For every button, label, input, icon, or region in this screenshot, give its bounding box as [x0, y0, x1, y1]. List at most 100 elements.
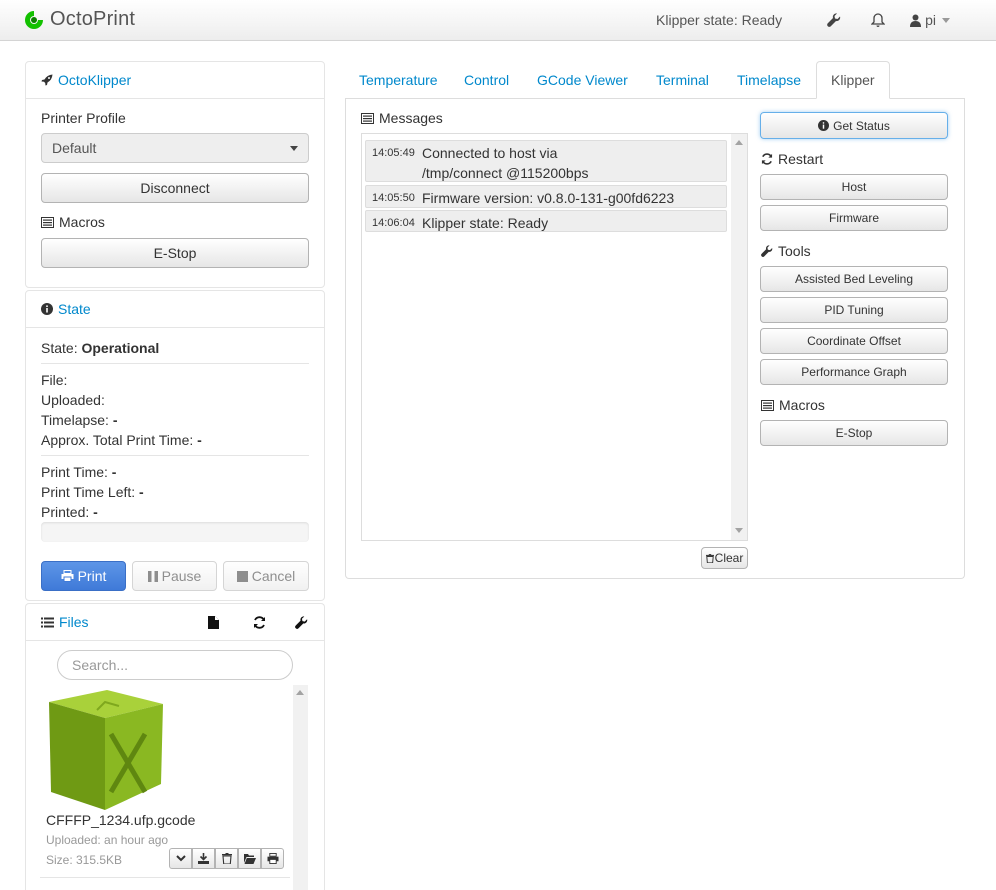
wrench-icon[interactable] — [295, 616, 308, 629]
list-icon — [41, 216, 54, 228]
print-button[interactable]: Print — [41, 561, 126, 591]
state-timelapse: Timelapse: - — [41, 410, 118, 430]
restart-host-button[interactable]: Host — [760, 174, 948, 200]
disconnect-button[interactable]: Disconnect — [41, 173, 309, 203]
state-title: State — [58, 301, 91, 317]
file-size: Size: 315.5KB — [46, 853, 123, 867]
printer-profile-label: Printer Profile — [41, 110, 126, 126]
chevron-down-icon — [290, 145, 298, 151]
restart-heading: Restart — [761, 151, 823, 167]
tab-terminal[interactable]: Terminal — [642, 61, 723, 99]
print-time-left-label: Print Time Left: — [41, 484, 136, 500]
macros-title: Macros — [59, 214, 105, 230]
pause-icon — [147, 570, 158, 582]
state-printed: Printed: - — [41, 502, 98, 522]
approx-time-label: Approx. Total Print Time: — [41, 432, 194, 448]
tab-klipper[interactable]: Klipper — [816, 61, 890, 99]
file-delete-button[interactable] — [215, 848, 238, 869]
pause-button[interactable]: Pause — [132, 561, 217, 591]
file-thumbnail[interactable] — [45, 688, 165, 812]
user-menu[interactable]: pi — [910, 12, 950, 28]
octoklipper-header[interactable]: OctoKlipper — [26, 62, 324, 99]
timelapse-value: - — [112, 412, 118, 428]
message-text: Firmware version: v0.8.0-131-g00fd6223 — [422, 190, 675, 206]
message-text: Klipper state: Ready — [422, 215, 549, 231]
tab-control[interactable]: Control — [450, 61, 523, 99]
performance-graph-button[interactable]: Performance Graph — [760, 359, 948, 385]
get-status-button[interactable]: Get Status — [760, 112, 948, 139]
wrench-icon[interactable] — [812, 0, 856, 40]
state-header[interactable]: State — [26, 291, 324, 328]
state-status-value: Operational — [81, 340, 160, 356]
klipper-state-indicator[interactable]: Klipper state: Ready — [656, 12, 782, 28]
file-icon[interactable] — [208, 616, 219, 629]
chevron-down-icon — [175, 855, 186, 862]
info-circle-icon — [41, 303, 53, 315]
main-tabs: Temperature Control GCode Viewer Termina… — [345, 61, 965, 99]
octoklipper-panel: OctoKlipper Printer Profile Default Disc… — [25, 61, 325, 288]
state-status: State: Operational — [41, 338, 159, 358]
divider — [40, 877, 290, 878]
printer-profile-select[interactable]: Default — [41, 133, 309, 163]
list-item: 14:05:50 Firmware version: v0.8.0-131-g0… — [365, 185, 727, 208]
brand[interactable]: OctoPrint — [24, 8, 135, 31]
file-download-button[interactable] — [192, 848, 215, 869]
macros-title: Macros — [779, 397, 825, 413]
files-scrollbar[interactable] — [293, 685, 308, 890]
file-expand-button[interactable] — [169, 848, 192, 869]
list-icon — [361, 112, 374, 124]
file-load-button[interactable] — [238, 848, 261, 869]
coordinate-offset-button[interactable]: Coordinate Offset — [760, 328, 948, 354]
messages-heading: Messages — [361, 110, 443, 126]
list-icon — [761, 399, 774, 411]
assisted-bed-leveling-button[interactable]: Assisted Bed Leveling — [760, 266, 948, 292]
file-print-button[interactable] — [261, 848, 284, 869]
estop-button[interactable]: E-Stop — [760, 420, 948, 446]
get-status-label: Get Status — [833, 118, 890, 133]
wrench-icon — [761, 245, 773, 257]
restart-firmware-button[interactable]: Firmware — [760, 205, 948, 231]
macros-heading: Macros — [41, 214, 105, 230]
print-icon — [267, 853, 279, 864]
file-name[interactable]: CFFFP_1234.ufp.gcode — [46, 812, 195, 828]
state-uploaded: Uploaded: — [41, 392, 105, 408]
timelapse-label: Timelapse: — [41, 412, 109, 428]
files-title: Files — [59, 614, 89, 630]
pause-label: Pause — [161, 568, 202, 584]
refresh-icon[interactable] — [253, 616, 266, 629]
octoprint-logo-icon — [24, 10, 44, 30]
state-file: File: — [41, 372, 68, 388]
navbar: OctoPrint Klipper state: Ready pi — [0, 0, 996, 41]
cancel-button[interactable]: Cancel — [223, 561, 309, 591]
folder-open-icon — [243, 853, 256, 864]
tab-gcode-viewer[interactable]: GCode Viewer — [523, 61, 642, 99]
info-circle-icon — [818, 120, 830, 131]
user-icon — [910, 14, 922, 27]
tab-temperature[interactable]: Temperature — [345, 61, 452, 99]
chevron-down-icon — [942, 17, 950, 23]
octoklipper-title: OctoKlipper — [58, 72, 132, 88]
divider — [41, 363, 309, 364]
state-print-time-left: Print Time Left: - — [41, 482, 144, 502]
files-header[interactable]: Files — [26, 604, 324, 641]
restart-title: Restart — [778, 151, 824, 167]
search-placeholder: Search... — [72, 657, 129, 673]
trash-icon — [221, 853, 232, 864]
files-search-input[interactable]: Search... — [57, 650, 293, 680]
message-time: 14:06:04 — [372, 217, 415, 229]
tab-timelapse[interactable]: Timelapse — [723, 61, 815, 99]
messages-scrollbar[interactable] — [731, 134, 747, 540]
estop-button[interactable]: E-Stop — [41, 238, 309, 268]
clear-label: Clear — [714, 551, 744, 565]
macros-heading: Macros — [761, 397, 825, 413]
printed-value: - — [93, 504, 98, 520]
messages-title: Messages — [379, 110, 443, 126]
pid-tuning-button[interactable]: PID Tuning — [760, 297, 948, 323]
tools-heading: Tools — [761, 243, 811, 259]
bell-icon[interactable] — [856, 0, 900, 40]
trash-icon — [705, 553, 714, 563]
print-time-left-value: - — [139, 484, 144, 500]
stop-icon — [236, 570, 248, 582]
state-status-label: State: — [41, 340, 78, 356]
clear-messages-button[interactable]: Clear — [701, 547, 748, 569]
